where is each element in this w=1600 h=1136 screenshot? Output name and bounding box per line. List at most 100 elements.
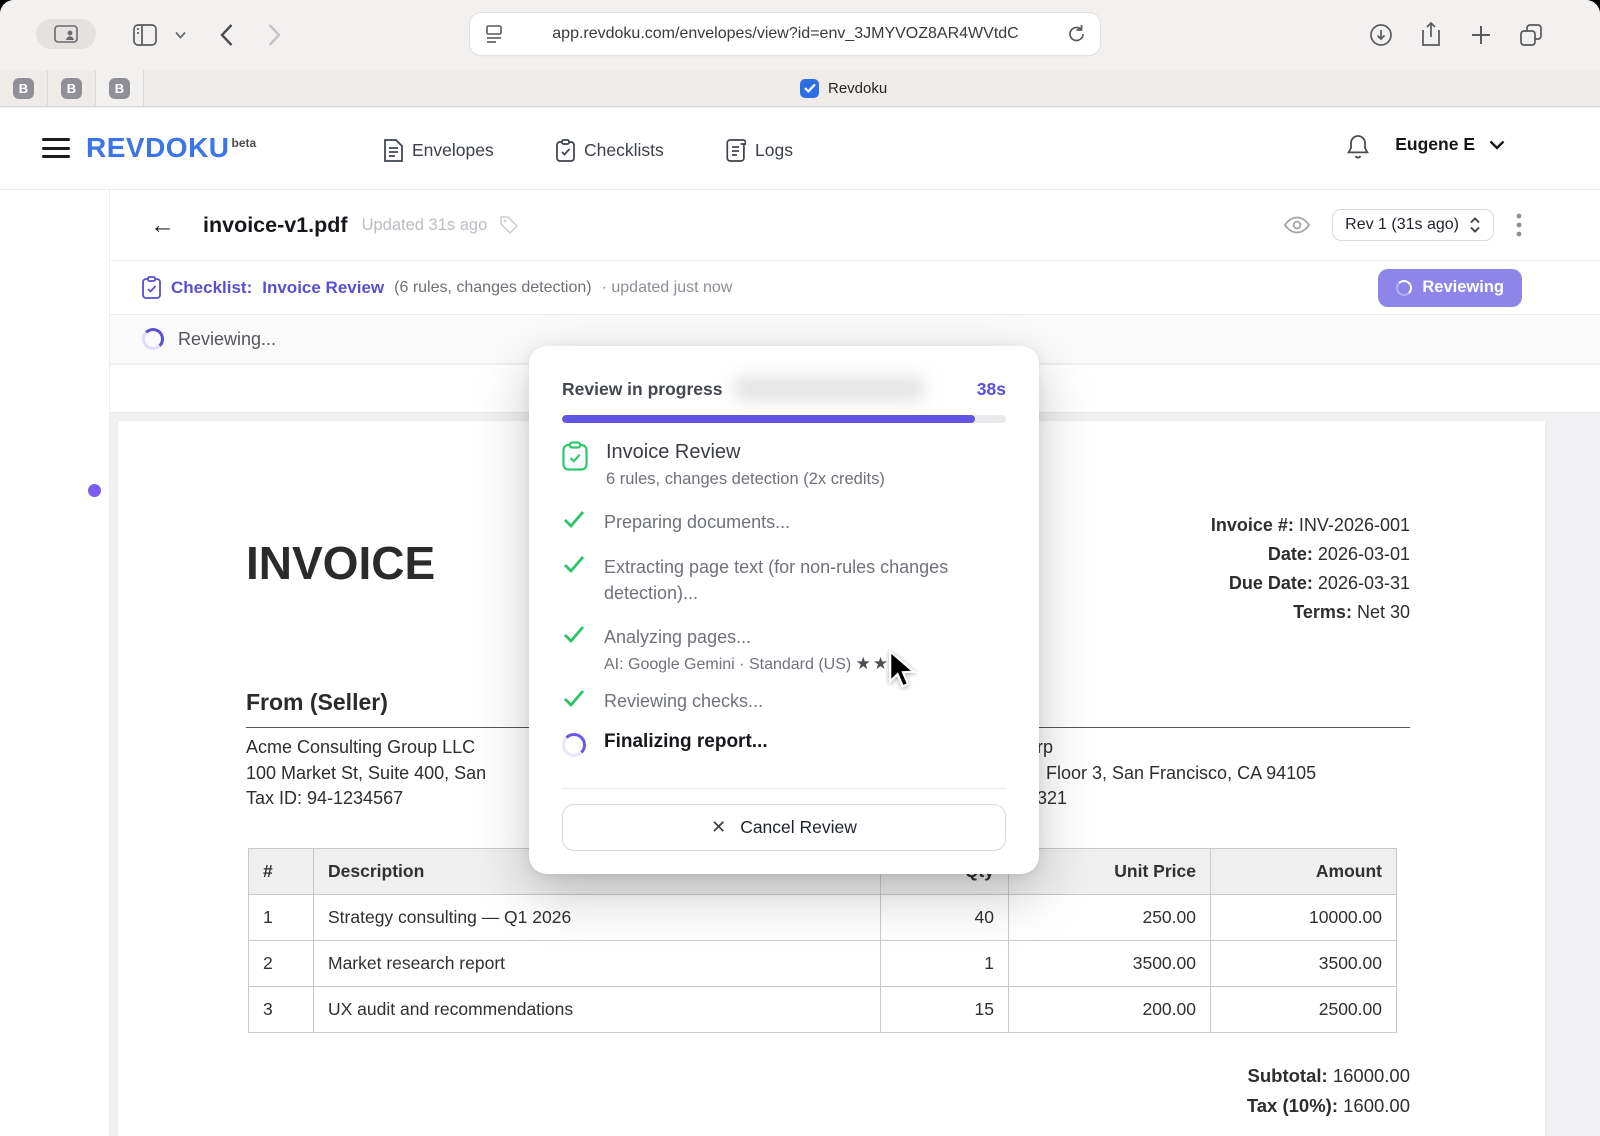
spinner-icon [562, 733, 586, 757]
step-label: Analyzing pages... [604, 624, 996, 650]
forward-chevron-icon [268, 24, 281, 46]
left-rail [0, 190, 110, 1136]
buyer-address-fragment: rp Floor 3, San Francisco, CA 94105 321 [1037, 735, 1316, 812]
review-progress-modal: Review in progress 38s Invoice Review 6 … [529, 346, 1039, 874]
back-chevron-icon [220, 24, 233, 46]
checklist-updated: · updated just now [602, 279, 733, 297]
step-item: Preparing documents... [562, 509, 996, 535]
clipboard-check-icon [142, 276, 161, 299]
select-chevrons-icon [1469, 216, 1481, 234]
updated-label: Updated 31s ago [362, 216, 488, 235]
clipboard-check-icon [562, 441, 588, 471]
checklist-summary-item: Invoice Review 6 rules, changes detectio… [562, 441, 998, 489]
reader-mode-icon [484, 23, 504, 45]
pinned-tab-favicon: B [13, 78, 34, 99]
tab-title: Revdoku [828, 80, 887, 97]
step-item: Analyzing pages... AI: Google Gemini · S… [562, 624, 996, 674]
table-row: 2Market research report 13500.003500.00 [249, 941, 1397, 987]
close-icon: ✕ [711, 817, 726, 838]
pinned-tab-favicon: B [61, 78, 82, 99]
nav-label: Logs [755, 140, 793, 161]
step-item: Reviewing checks... [562, 688, 996, 714]
forward-button[interactable] [260, 20, 288, 50]
nav-logs[interactable]: Logs [726, 136, 793, 164]
pinned-tab-favicon: B [109, 78, 130, 99]
checklist-title: Invoice Review [606, 441, 998, 464]
table-row: 1Strategy consulting — Q1 2026 40250.001… [249, 895, 1397, 941]
new-tab-button[interactable] [1468, 20, 1494, 50]
check-icon [562, 554, 586, 574]
user-menu[interactable]: Eugene E [1395, 134, 1505, 155]
clipboard-icon [556, 139, 575, 162]
notifications-button[interactable] [1346, 134, 1370, 161]
checklist-label: Checklist: [171, 278, 252, 298]
seller-heading: From (Seller) [246, 689, 388, 716]
tag-icon[interactable] [499, 215, 519, 235]
step-label: Finalizing report... [604, 731, 996, 757]
kebab-menu-icon[interactable] [1516, 213, 1522, 237]
pinned-tab-3[interactable]: B [96, 70, 144, 106]
tab-overview-button[interactable] [1516, 20, 1546, 50]
sidebar-chevron-button[interactable] [170, 20, 190, 50]
bell-icon [1346, 134, 1370, 161]
chevron-down-icon [1489, 140, 1505, 150]
pinned-tab-2[interactable]: B [48, 70, 96, 106]
spinner-icon [142, 328, 164, 350]
back-arrow-button[interactable]: ← [150, 211, 175, 240]
app-logo[interactable]: REVDOKUbeta [86, 132, 256, 164]
mouse-cursor [886, 650, 920, 690]
document-icon [384, 139, 403, 162]
cancel-review-button[interactable]: ✕ Cancel Review [562, 804, 1006, 851]
menu-button[interactable] [42, 138, 70, 158]
address-bar[interactable]: app.revdoku.com/envelopes/view?id=env_3J… [470, 13, 1100, 55]
check-icon [562, 688, 586, 708]
browser-window: app.revdoku.com/envelopes/view?id=env_3J… [0, 0, 1600, 1136]
checklist-meta: (6 rules, changes detection) [394, 279, 591, 297]
sidebar-toggle-icon [133, 24, 157, 46]
url-text: app.revdoku.com/envelopes/view?id=env_3J… [504, 25, 1067, 43]
back-button[interactable] [212, 20, 240, 50]
invoice-totals: Subtotal: 16000.00 Tax (10%): 1600.00 [1247, 1061, 1410, 1121]
reviewing-status-button[interactable]: Reviewing [1378, 269, 1522, 307]
profile-tab-button[interactable] [36, 19, 96, 49]
user-name: Eugene E [1395, 134, 1475, 155]
check-icon [562, 509, 586, 529]
table-row: 3UX audit and recommendations 15200.0025… [249, 987, 1397, 1033]
beta-badge: beta [232, 136, 257, 150]
profile-window-icon [54, 25, 78, 43]
check-favicon-icon [800, 79, 819, 98]
elapsed-time: 38s [977, 379, 1006, 400]
seller-address: Acme Consulting Group LLC 100 Market St,… [246, 735, 486, 812]
step-item: Extracting page text (for non-rules chan… [562, 554, 996, 606]
pinned-tab-1[interactable]: B [0, 70, 48, 106]
preview-eye-icon[interactable] [1284, 216, 1310, 234]
checklist-subtitle: 6 rules, changes detection (2x credits) [606, 470, 998, 489]
revision-select[interactable]: Rev 1 (31s ago) [1332, 209, 1494, 241]
revision-label: Rev 1 (31s ago) [1345, 216, 1459, 234]
invoice-meta: Invoice #: INV-2026-001 Date: 2026-03-01… [1211, 511, 1410, 627]
downloads-button[interactable] [1368, 20, 1394, 50]
invoice-title: INVOICE [246, 536, 435, 590]
tab-strip: B B B Revdoku [0, 70, 1600, 107]
share-icon [1420, 22, 1442, 48]
step-item-current: Finalizing report... [562, 731, 996, 757]
step-label: Extracting page text (for non-rules chan… [604, 554, 996, 606]
modal-title: Review in progress [562, 379, 722, 400]
ai-model-line: AI: Google Gemini · Standard (US) ★★★ [604, 654, 996, 674]
line-items-table: # Description Qty Unit Price Amount 1Str… [248, 848, 1397, 1033]
step-label: Reviewing checks... [604, 688, 996, 714]
checklist-name-link[interactable]: Invoice Review [262, 278, 384, 298]
progress-fill [562, 415, 975, 423]
file-name: invoice-v1.pdf [203, 213, 348, 238]
file-header: ← invoice-v1.pdf Updated 31s ago Rev 1 (… [110, 190, 1600, 260]
share-button[interactable] [1418, 20, 1444, 50]
sidebar-toggle-button[interactable] [130, 20, 160, 50]
nav-envelopes[interactable]: Envelopes [384, 136, 494, 164]
tab-revdoku[interactable]: Revdoku [800, 70, 887, 106]
spinner-icon [1396, 280, 1412, 296]
download-icon [1369, 23, 1393, 47]
reload-icon[interactable] [1067, 24, 1086, 44]
progress-bar [562, 415, 1006, 423]
nav-checklists[interactable]: Checklists [556, 136, 664, 164]
plus-icon [1471, 25, 1491, 45]
